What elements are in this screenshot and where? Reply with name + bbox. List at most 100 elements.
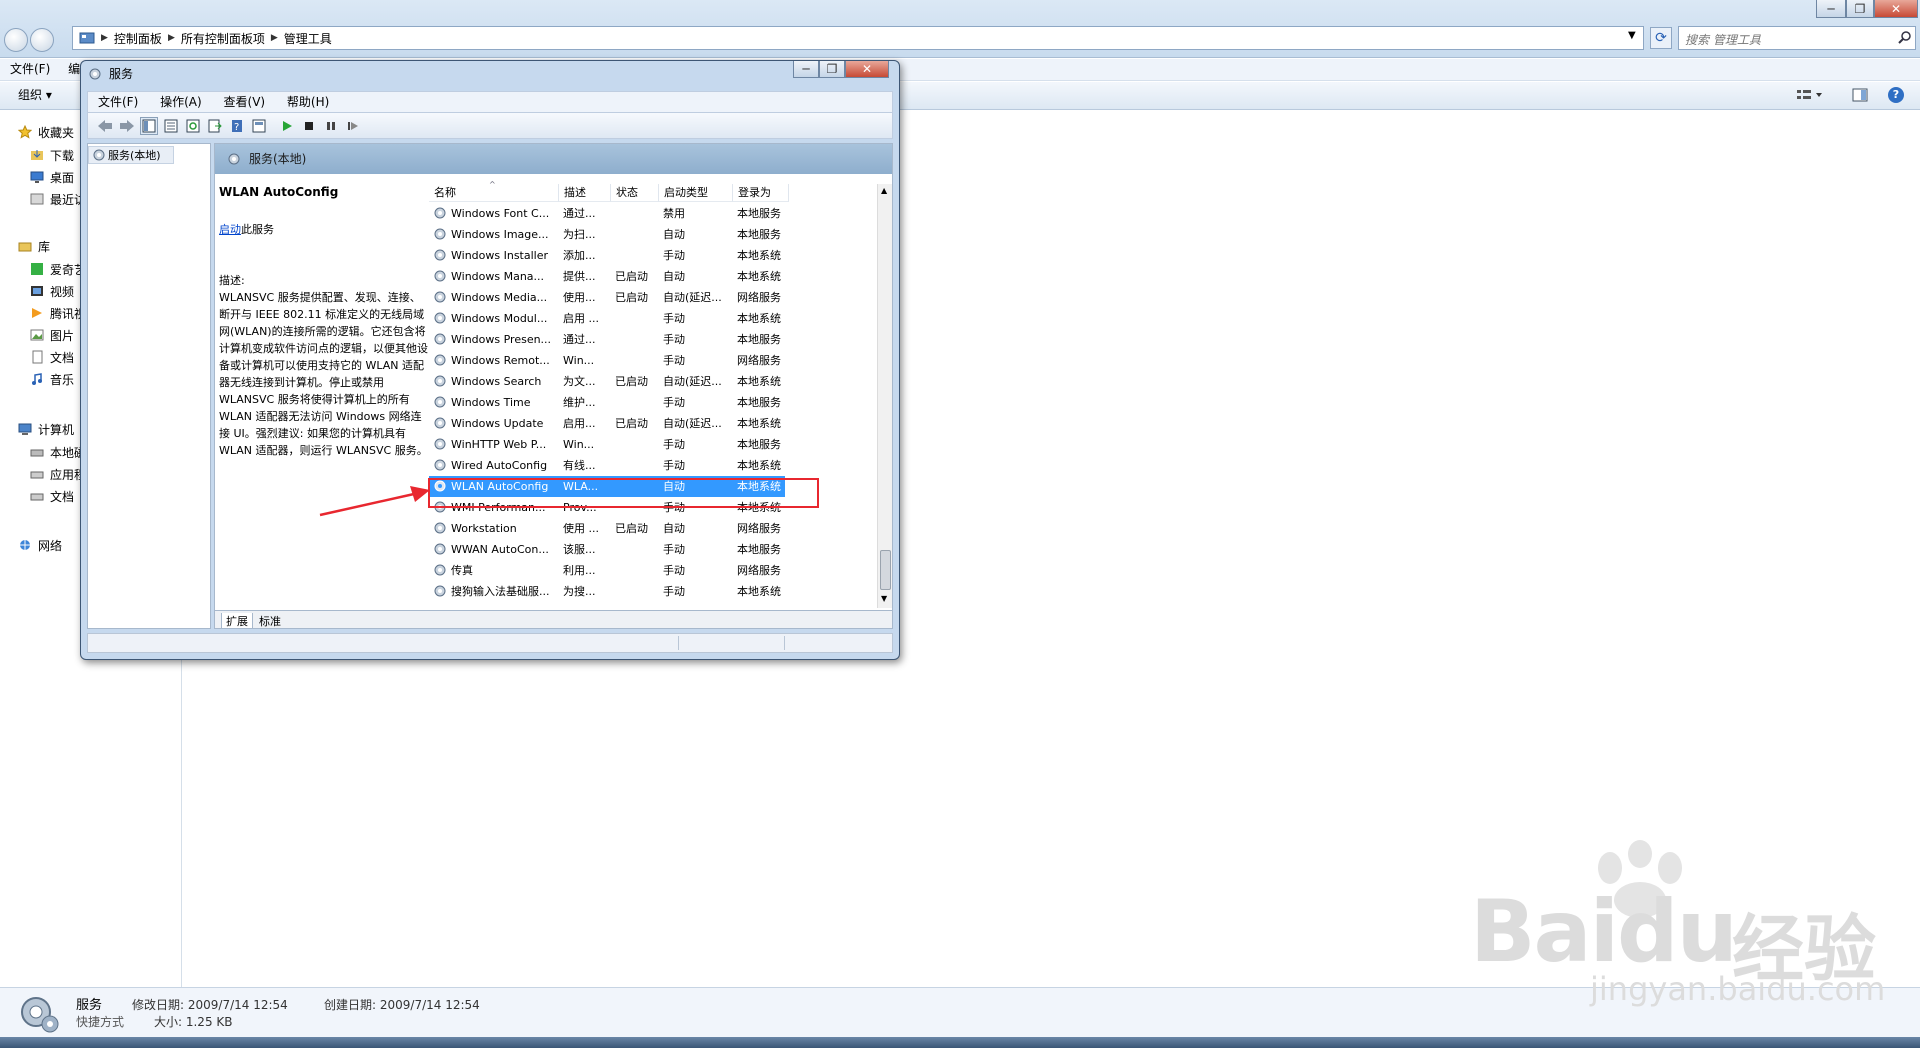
menu-file[interactable]: 文件(F) <box>10 62 50 76</box>
services-list-scrollbar[interactable]: ▲ ▼ <box>877 184 892 608</box>
breadcrumb-item[interactable]: 所有控制面板项 <box>181 30 265 47</box>
table-row[interactable]: 搜狗输入法基础服... 为搜... 手动 本地系统 <box>429 581 877 602</box>
search-input[interactable]: 搜索 管理工具 <box>1678 26 1916 50</box>
minimize-button[interactable]: ─ <box>1816 0 1846 18</box>
arrow-right-icon[interactable] <box>118 117 136 135</box>
services-window[interactable]: 服务 ─ ❐ ✕ 文件(F) 操作(A) 查看(V) 帮助(H) ? 服务(本地… <box>80 60 900 660</box>
column-header-description[interactable]: 描述 <box>559 184 611 202</box>
organize-button[interactable]: 组织 ▾ <box>18 88 52 102</box>
view-options-icon[interactable] <box>1796 88 1824 102</box>
annotation-arrow-icon <box>319 486 430 517</box>
table-row[interactable]: Windows Installer 添加... 手动 本地系统 <box>429 245 877 266</box>
search-icon[interactable] <box>1898 30 1912 44</box>
preview-pane-icon[interactable] <box>1852 88 1868 102</box>
status-divider <box>784 636 785 650</box>
svc-close-button[interactable]: ✕ <box>845 61 889 78</box>
table-row[interactable]: Windows Modul... 启用 ... 手动 本地系统 <box>429 308 877 329</box>
address-bar[interactable]: ▶ 控制面板 ▶ 所有控制面板项 ▶ 管理工具 <box>72 26 1644 50</box>
sort-ascending-icon: ^ <box>489 180 496 189</box>
gear-icon <box>434 543 446 555</box>
forward-button[interactable] <box>30 28 54 52</box>
details-modified: 修改日期: 2009/7/14 12:54 <box>132 998 288 1012</box>
table-row[interactable]: Windows Presen... 通过... 手动 本地服务 <box>429 329 877 350</box>
svc-menu-help[interactable]: 帮助(H) <box>287 95 329 109</box>
refresh-icon[interactable]: ⟳ <box>1650 27 1672 49</box>
gear-icon <box>434 417 446 429</box>
close-button[interactable]: ✕ <box>1874 0 1918 18</box>
detail-service-name: WLAN AutoConfig <box>219 185 339 199</box>
table-row[interactable]: 传真 利用... 手动 网络服务 <box>429 560 877 581</box>
arrow-left-icon[interactable] <box>96 117 114 135</box>
gear-icon <box>434 207 446 219</box>
gear-icon <box>434 249 446 261</box>
column-header-logon-as[interactable]: 登录为 <box>733 184 789 202</box>
help-icon[interactable]: ? <box>1888 87 1904 103</box>
tree-node-services-local[interactable]: 服务(本地) <box>88 146 174 164</box>
export-icon[interactable] <box>206 117 224 135</box>
picture-icon <box>30 328 44 342</box>
play-icon[interactable] <box>278 117 296 135</box>
tab-extended[interactable]: 扩展 <box>221 613 253 628</box>
pause-icon[interactable] <box>322 117 340 135</box>
start-service-link[interactable]: 启动 <box>219 223 241 236</box>
music-icon <box>30 372 44 386</box>
star-icon <box>18 125 32 139</box>
detail-description: WLANSVC 服务提供配置、发现、连接、断开与 IEEE 802.11 标准定… <box>219 291 428 457</box>
services-titlebar[interactable]: 服务 ─ ❐ ✕ <box>81 61 899 87</box>
table-row[interactable]: Workstation 使用 ... 已启动 自动 网络服务 <box>429 518 877 539</box>
svc-menu-action[interactable]: 操作(A) <box>160 95 202 109</box>
table-row[interactable]: Windows Remot... Win... 手动 网络服务 <box>429 350 877 371</box>
status-divider <box>678 636 679 650</box>
gear-icon <box>434 270 446 282</box>
scroll-up-icon[interactable]: ▲ <box>881 186 887 195</box>
address-dropdown-icon[interactable]: ▼ <box>1628 30 1636 41</box>
desktop-icon <box>30 170 44 184</box>
svc-menu-file[interactable]: 文件(F) <box>98 95 138 109</box>
refresh-icon[interactable] <box>184 117 202 135</box>
details-size: 大小: 1.25 KB <box>154 1015 233 1029</box>
console-tree-icon[interactable] <box>140 116 158 135</box>
svc-menu-view[interactable]: 查看(V) <box>224 95 266 109</box>
table-row[interactable]: Windows Update 启用... 已启动 自动(延迟... 本地系统 <box>429 413 877 434</box>
scroll-down-icon[interactable]: ▼ <box>881 594 887 603</box>
drive-icon <box>30 489 44 503</box>
svg-text:?: ? <box>234 122 239 133</box>
download-folder-icon <box>30 148 44 162</box>
services-tree-pane: 服务(本地) <box>87 143 211 629</box>
scrollbar-thumb[interactable] <box>880 550 891 590</box>
back-button[interactable] <box>4 28 28 52</box>
maximize-button[interactable]: ❐ <box>1846 0 1874 18</box>
table-row[interactable]: Wired AutoConfig 有线... 手动 本地系统 <box>429 455 877 476</box>
tab-standard[interactable]: 标准 <box>255 613 285 628</box>
gear-icon <box>434 522 446 534</box>
services-list[interactable]: 名称 描述 状态 启动类型 登录为 ^ Windows Font C... 通过.… <box>429 180 877 608</box>
table-row[interactable]: Windows Font C... 通过... 禁用 本地服务 <box>429 203 877 224</box>
table-row[interactable]: Windows Image... 为扫... 自动 本地服务 <box>429 224 877 245</box>
column-header-status[interactable]: 状态 <box>611 184 659 202</box>
table-row[interactable]: Windows Media... 使用... 已启动 自动(延迟... 网络服务 <box>429 287 877 308</box>
breadcrumb-item[interactable]: 控制面板 <box>114 30 162 47</box>
stop-icon[interactable] <box>300 117 318 135</box>
control-panel-icon <box>79 31 95 45</box>
breadcrumb-item[interactable]: 管理工具 <box>284 30 332 47</box>
gear-icon <box>434 585 446 597</box>
properties-icon[interactable] <box>250 117 268 135</box>
table-row[interactable]: WinHTTP Web P... Win... 手动 本地服务 <box>429 434 877 455</box>
svc-maximize-button[interactable]: ❐ <box>819 61 845 78</box>
baidu-watermark: Baidu 经验 jingyan.baidu.com <box>1470 840 1890 1010</box>
table-row[interactable]: Windows Mana... 提供... 已启动 自动 本地系统 <box>429 266 877 287</box>
services-app-icon <box>89 67 103 81</box>
table-row[interactable]: Windows Search 为文... 已启动 自动(延迟... 本地系统 <box>429 371 877 392</box>
column-header-startup-type[interactable]: 启动类型 <box>659 184 733 202</box>
details-type: 快捷方式 <box>76 1015 125 1029</box>
table-row[interactable]: WWAN AutoCon... 该服... 手动 本地服务 <box>429 539 877 560</box>
gear-icon <box>434 459 446 471</box>
table-row[interactable]: Windows Time 维护... 手动 本地服务 <box>429 392 877 413</box>
list-view-icon[interactable] <box>162 117 180 135</box>
restart-icon[interactable] <box>344 117 362 135</box>
svc-minimize-button[interactable]: ─ <box>793 61 819 78</box>
document-icon <box>30 350 44 364</box>
taskbar[interactable] <box>0 1037 1920 1048</box>
chevron-right-icon: ▶ <box>270 33 278 43</box>
help-book-icon[interactable]: ? <box>228 117 246 135</box>
